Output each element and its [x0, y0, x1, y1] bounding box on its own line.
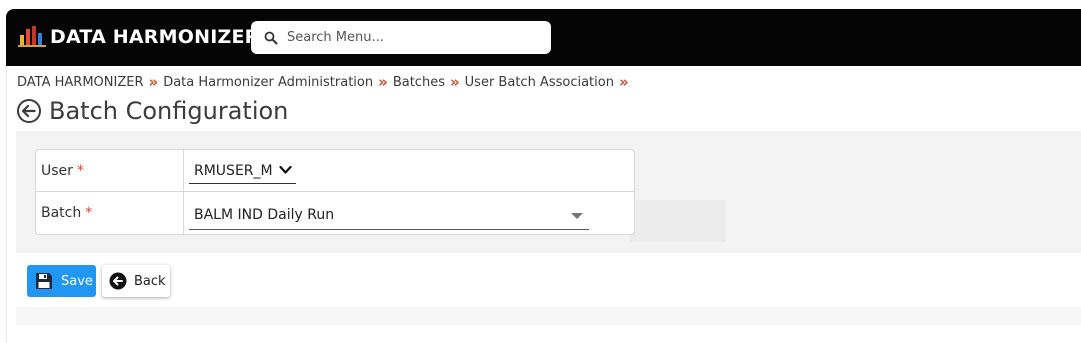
breadcrumb-separator: »	[618, 72, 629, 91]
actions-bar	[16, 253, 1081, 307]
batch-select[interactable]: BALM IND Daily Run	[189, 200, 589, 230]
breadcrumb-item-administration[interactable]: Data Harmonizer Administration	[163, 75, 373, 90]
batch-label-cell: Batch *	[36, 192, 184, 234]
breadcrumb-item-data-harmonizer[interactable]: DATA HARMONIZER	[17, 75, 143, 90]
breadcrumb-item-batches[interactable]: Batches	[393, 75, 445, 90]
batch-row: Batch * BALM IND Daily Run	[36, 192, 634, 234]
search-box[interactable]	[251, 21, 551, 54]
breadcrumb-separator: »	[378, 72, 388, 91]
floppy-disk-icon	[36, 273, 52, 289]
required-marker: *	[85, 205, 93, 221]
page-title: Batch Configuration	[49, 97, 289, 125]
user-row: User * RMUSER_M	[36, 150, 634, 192]
breadcrumb: DATA HARMONIZER » Data Harmonizer Admini…	[17, 73, 634, 91]
footer-band	[16, 307, 1081, 325]
breadcrumb-item-user-batch-association[interactable]: User Batch Association	[465, 75, 614, 90]
bar-chart-logo-icon	[18, 26, 46, 47]
search-input[interactable]	[287, 26, 542, 49]
batch-configuration-form: User * RMUSER_M Batch * BALM IND Daily R…	[35, 149, 635, 235]
user-select-value: RMUSER_M	[194, 162, 273, 179]
user-label-cell: User *	[36, 150, 184, 191]
arrow-left-circle-icon	[109, 272, 127, 290]
breadcrumb-separator: »	[148, 72, 159, 91]
back-button-label: Back	[134, 273, 166, 289]
back-button[interactable]: Back	[102, 265, 170, 297]
app-title[interactable]: DATA HARMONIZER	[50, 26, 259, 48]
left-border	[6, 66, 7, 343]
top-navigation-bar: DATA HARMONIZER	[6, 9, 1081, 66]
batch-select-value: BALM IND Daily Run	[194, 206, 335, 223]
save-button[interactable]: Save	[27, 265, 96, 297]
user-label: User	[41, 162, 73, 179]
save-button-label: Save	[61, 273, 93, 289]
caret-down-icon	[571, 213, 583, 219]
search-icon	[264, 31, 278, 45]
arrow-left-circle-icon[interactable]	[16, 98, 42, 124]
user-select[interactable]: RMUSER_M	[189, 158, 296, 184]
chevron-down-icon	[279, 165, 292, 174]
required-marker: *	[76, 162, 84, 179]
panel-shade	[630, 200, 726, 242]
breadcrumb-separator: »	[449, 72, 460, 91]
app-frame: DATA HARMONIZER DATA HARMONIZER » Data H…	[0, 0, 1081, 343]
batch-label: Batch	[41, 205, 82, 221]
page-header: Batch Configuration	[16, 95, 288, 127]
